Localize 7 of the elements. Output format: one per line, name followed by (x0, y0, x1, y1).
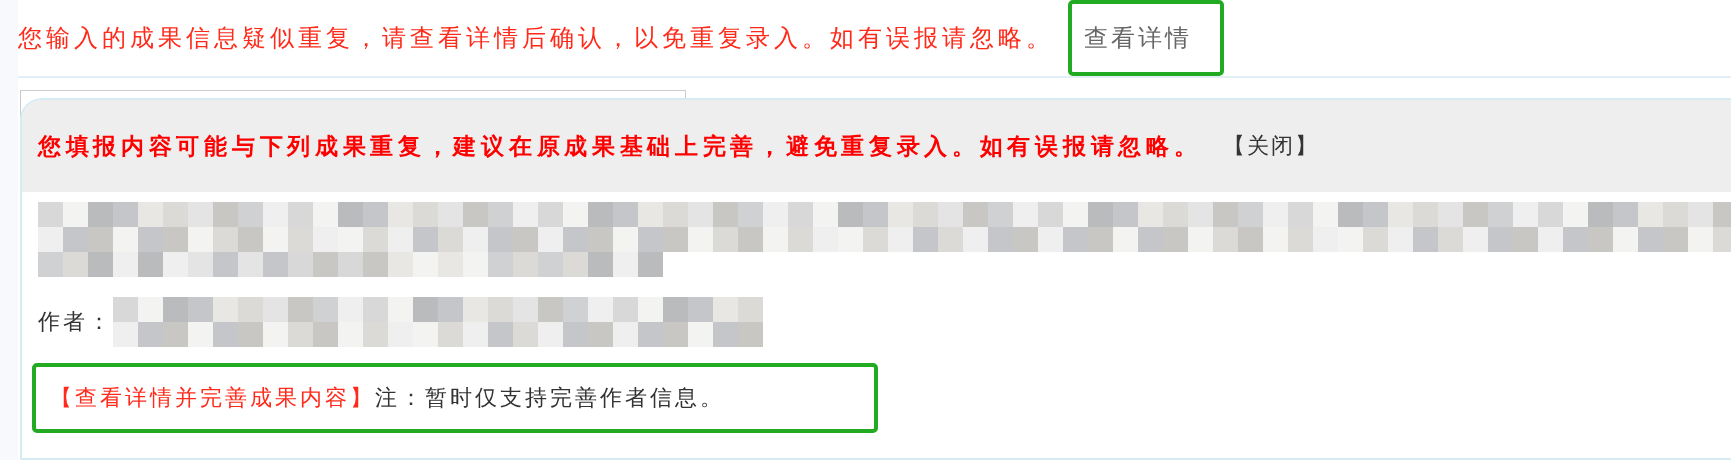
close-link[interactable]: 【关闭】 (1223, 131, 1320, 161)
view-details-link[interactable]: 查看详情 (1068, 0, 1224, 76)
popup-message: 您填报内容可能与下列成果重复，建议在原成果基础上完善，避免重复录入。如有误报请忽略。 (38, 131, 1202, 161)
warning-message: 您输入的成果信息疑似重复，请查看详情后确认，以免重复录入。如有误报请忽略。 (18, 23, 1054, 54)
complete-details-link[interactable]: 【查看详情并完善成果内容】 (50, 383, 375, 413)
note-text: 注：暂时仅支持完善作者信息。 (375, 384, 725, 412)
author-label: 作者： (38, 308, 113, 336)
